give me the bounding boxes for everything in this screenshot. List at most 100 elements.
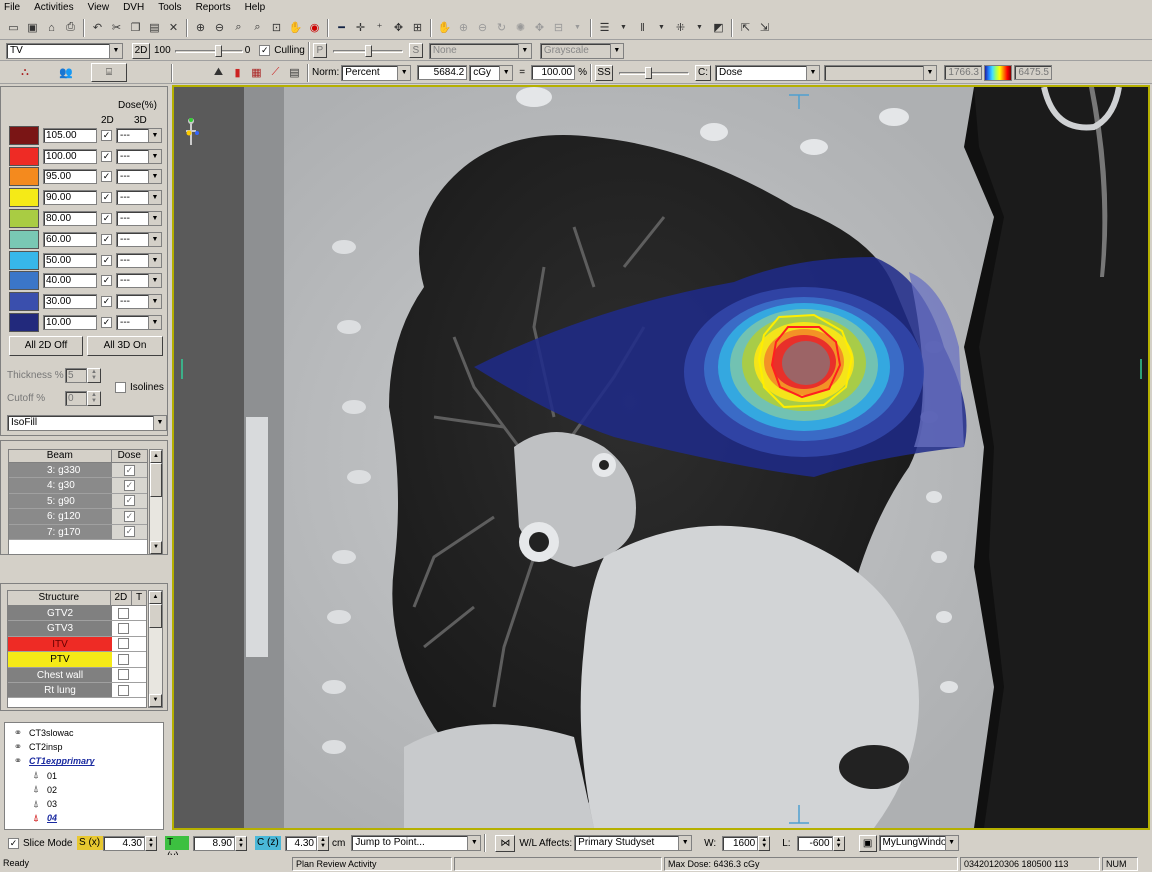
window-spinner[interactable]: ▲ ▼ [758,835,771,851]
beams-view-icon[interactable]: ⛬ [13,64,37,81]
ss-slider[interactable] [618,66,689,80]
contrast-icon[interactable]: ◩ [710,19,727,36]
beam-dose-checkbox[interactable]: ✓ [123,495,135,507]
beam-dose-checkbox[interactable]: ✓ [123,464,135,476]
import-icon[interactable]: ⇲ [756,19,773,36]
isodose-value-field[interactable]: 10.00 [43,315,97,331]
level-spinner[interactable]: ▲ ▼ [832,835,845,851]
beam-row[interactable]: 4: g30 ✓ [9,478,147,494]
tree-item[interactable]: ⍋ 01 [5,769,163,783]
isodose-color-swatch[interactable] [9,229,39,249]
isodose-2d-checkbox[interactable]: ✓ [101,317,112,329]
menu-activities[interactable]: Activities [34,2,73,13]
display-select[interactable]: Dose ▼ [714,64,820,81]
tree-item[interactable]: ⚭ CT1expprimary [5,754,163,768]
copy-icon[interactable]: ❐ [127,19,144,36]
structure-2d-checkbox[interactable] [117,638,129,650]
dose-profile-icon[interactable]: ⟋ [267,64,284,81]
isodose-2d-checkbox[interactable]: ✓ [101,171,112,183]
beam-row[interactable]: 6: g120 ✓ [9,509,147,525]
structure-scrollbar[interactable]: ▲ ▼ [148,590,163,708]
beam-row[interactable]: 5: g90 ✓ [9,493,147,510]
layout-vertical-dropdown-icon[interactable]: ▼ [653,19,670,36]
isodose-value-field[interactable]: 105.00 [43,127,97,143]
save-icon[interactable]: ▣ [24,19,41,36]
pan-hand-icon[interactable]: ✋ [287,19,304,36]
structure-2d-checkbox[interactable] [117,607,129,619]
isodose-3d-select[interactable]: --- ▼ [116,169,162,185]
isodose-2d-checkbox[interactable]: ✓ [101,275,112,287]
wl-preset-icon[interactable]: ▣ [858,834,877,852]
dose-report-icon[interactable]: ▤ [286,64,303,81]
ruler-icon[interactable]: ━ [333,19,350,36]
thickness-field[interactable]: 5 [65,368,87,383]
isodose-3d-select[interactable]: --- ▼ [116,148,162,164]
structure-2d-checkbox[interactable] [117,684,129,696]
layout-horizontal-dropdown-icon[interactable]: ▼ [615,19,632,36]
norm-dose-field[interactable]: 5684.2 [417,65,468,80]
all-2d-off-button[interactable]: All 2D Off [9,336,83,356]
tree-item[interactable]: ⍋ 03 [5,797,163,811]
tree-item[interactable]: ⍋ 04 [5,811,163,825]
cutoff-spinner[interactable]: ▲ ▼ [87,391,101,406]
render-mode-select[interactable]: IsoFill ▼ [7,415,167,431]
isodose-3d-select[interactable]: --- ▼ [116,231,162,247]
all-3d-on-button[interactable]: All 3D On [87,336,163,356]
scroll-up-icon[interactable]: ▲ [150,450,162,463]
t-axis-spinner[interactable]: ▲ ▼ [235,835,247,851]
orbit-disabled-icon[interactable]: ✺ [512,19,529,36]
wl-preset-select[interactable]: MyLungWindo ▼ [878,835,959,851]
norm-percent-field[interactable]: 100.00 [531,65,576,80]
menu-help[interactable]: Help [245,2,266,13]
overlay-select[interactable]: None ▼ [428,42,532,59]
structure-row[interactable]: PTV [8,652,146,668]
sagittal-ct-viewer[interactable] [172,85,1150,830]
isodose-icon[interactable]: ⛰ [210,64,227,81]
layout-horizontal-icon[interactable]: ☰ [596,19,613,36]
beam-dose-checkbox[interactable]: ✓ [123,510,135,522]
isodose-value-field[interactable]: 95.00 [43,169,97,185]
beam-dose-checkbox[interactable]: ✓ [123,480,135,492]
mode-2d-button[interactable]: 2D [132,42,150,59]
patients-view-icon[interactable]: 👥 [48,64,84,81]
isodose-3d-select[interactable]: --- ▼ [116,127,162,143]
grid-icon[interactable]: ⊞ [409,19,426,36]
new-file-icon[interactable]: ▭ [5,19,22,36]
zoom-out-icon[interactable]: ⊖ [211,19,228,36]
isodose-color-swatch[interactable] [9,292,39,312]
zoom-window-icon[interactable]: ⌕ [230,19,247,36]
rotate-disabled-icon[interactable]: ↻ [493,19,510,36]
isodose-2d-checkbox[interactable]: ✓ [101,254,112,266]
delete-icon[interactable]: ✕ [165,19,182,36]
move-disabled-icon[interactable]: ✥ [531,19,548,36]
menu-tools[interactable]: Tools [158,2,181,13]
scroll-down-icon[interactable]: ▼ [150,541,162,554]
isodose-2d-checkbox[interactable]: ✓ [101,233,112,245]
structure-row[interactable]: GTV2 [8,606,146,622]
dose-unit-select[interactable]: cGy ▼ [469,64,514,81]
isodose-2d-checkbox[interactable]: ✓ [101,296,112,308]
level-field[interactable]: -600 [796,835,833,851]
window-field[interactable]: 1600 [722,835,759,851]
isodose-3d-select[interactable]: --- ▼ [116,294,162,310]
s-axis-spinner[interactable]: ▲ ▼ [145,835,157,851]
move-icon[interactable]: ✥ [390,19,407,36]
ss-button[interactable]: SS [594,64,613,81]
s-axis-field[interactable]: 4.30 [103,835,145,851]
reset-view-icon[interactable]: ◉ [306,19,323,36]
print-icon[interactable]: ⎙ [62,19,79,36]
c-button[interactable]: C: [694,64,711,81]
structure-row[interactable]: GTV3 [8,621,146,637]
undo-icon[interactable]: ↶ [89,19,106,36]
beam-row[interactable]: 7: g170 ✓ [9,524,147,540]
c-axis-field[interactable]: 4.30 [285,835,317,851]
layout-vertical-icon[interactable]: ‖ [634,19,651,36]
isodose-value-field[interactable]: 50.00 [43,252,97,268]
structure-scroll-up-icon[interactable]: ▲ [149,591,162,604]
level-slider[interactable] [174,44,243,58]
structure-row[interactable]: Chest wall [8,667,146,683]
culling-checkbox[interactable]: ✓ [259,45,271,56]
isodose-value-field[interactable]: 100.00 [43,148,97,164]
layout-grid-dropdown-icon[interactable]: ▼ [691,19,708,36]
structure-2d-checkbox[interactable] [117,623,129,635]
